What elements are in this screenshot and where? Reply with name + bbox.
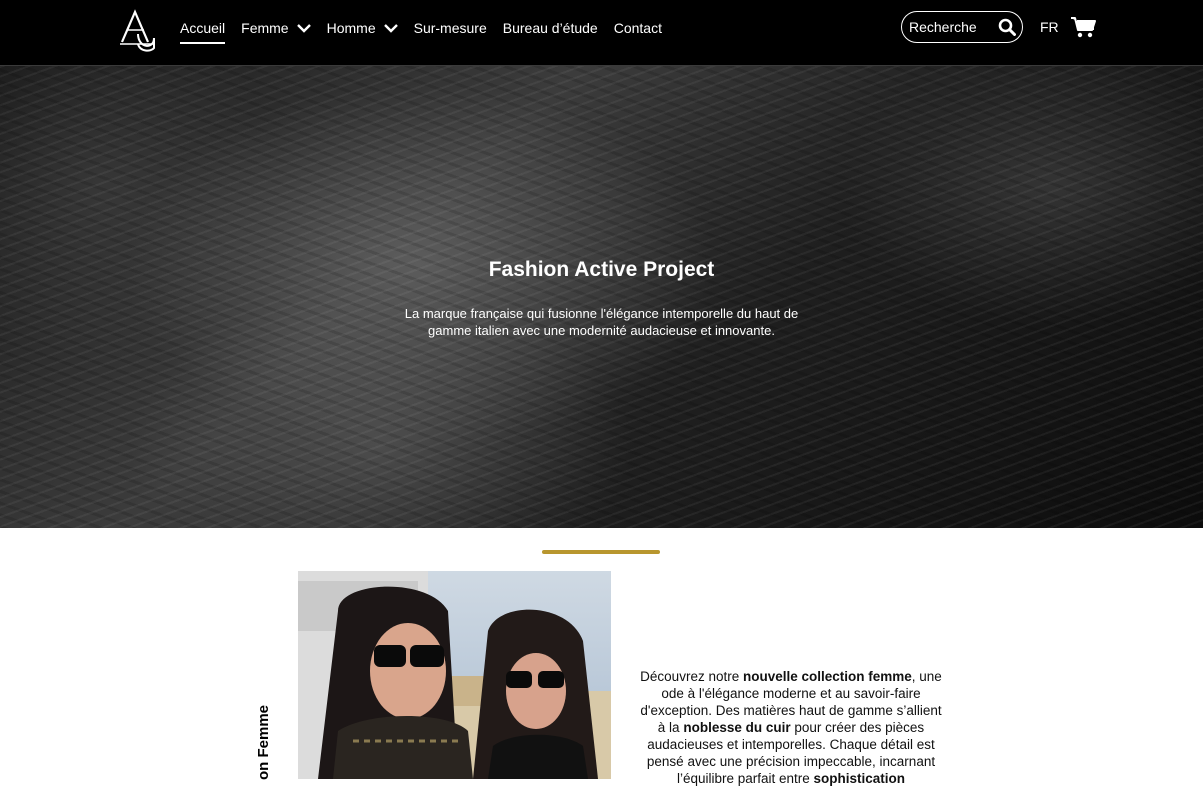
search-input[interactable] bbox=[909, 19, 993, 35]
hero-background-texture bbox=[0, 66, 1203, 528]
nav-item-label: Femme bbox=[241, 20, 289, 36]
nav-item-homme[interactable]: Homme bbox=[327, 0, 398, 56]
nav-item-sur-mesure[interactable]: Sur-mesure bbox=[414, 0, 487, 56]
main-menu: Accueil Femme Homme Sur-mesure Bureau d’étud… bbox=[180, 0, 678, 56]
nav-item-femme[interactable]: Femme bbox=[241, 0, 311, 56]
top-navbar: Accueil Femme Homme Sur-mesure Bureau d’étud… bbox=[0, 0, 1203, 66]
search-icon[interactable] bbox=[998, 18, 1016, 36]
hero-banner: Fashion Active Project La marque françai… bbox=[0, 66, 1203, 528]
section-divider bbox=[542, 550, 660, 554]
chevron-down-icon[interactable] bbox=[296, 21, 311, 35]
description-text: Découvrez notre bbox=[640, 669, 743, 684]
collection-side-title: on Femme bbox=[255, 704, 272, 780]
search-box bbox=[901, 11, 1023, 43]
nav-item-accueil[interactable]: Accueil bbox=[180, 0, 226, 56]
cart-icon[interactable] bbox=[1071, 16, 1097, 38]
nav-item-label: Contact bbox=[613, 20, 662, 36]
language-selector[interactable]: FR bbox=[1040, 19, 1059, 35]
nav-item-contact[interactable]: Contact bbox=[614, 0, 662, 56]
hero-title: Fashion Active Project bbox=[488, 258, 715, 281]
collection-description: Découvrez notre nouvelle collection femm… bbox=[636, 668, 946, 787]
nav-item-label: Sur-mesure bbox=[413, 20, 487, 36]
brand-logo[interactable] bbox=[118, 8, 156, 52]
description-emphasis: nouvelle collection femme bbox=[742, 669, 912, 684]
nav-item-bureau-d-tude[interactable]: Bureau d’étude bbox=[503, 0, 598, 56]
chevron-down-icon[interactable] bbox=[383, 21, 398, 35]
nav-item-label: Accueil bbox=[180, 20, 226, 36]
hero-subtitle: La marque française qui fusionne l'éléga… bbox=[404, 306, 799, 338]
collection-photo bbox=[298, 571, 611, 779]
nav-item-label: Bureau d’étude bbox=[502, 20, 598, 36]
nav-item-label: Homme bbox=[326, 20, 376, 36]
description-emphasis: noblesse du cuir bbox=[683, 720, 791, 735]
collection-photo-illustration bbox=[298, 571, 611, 779]
